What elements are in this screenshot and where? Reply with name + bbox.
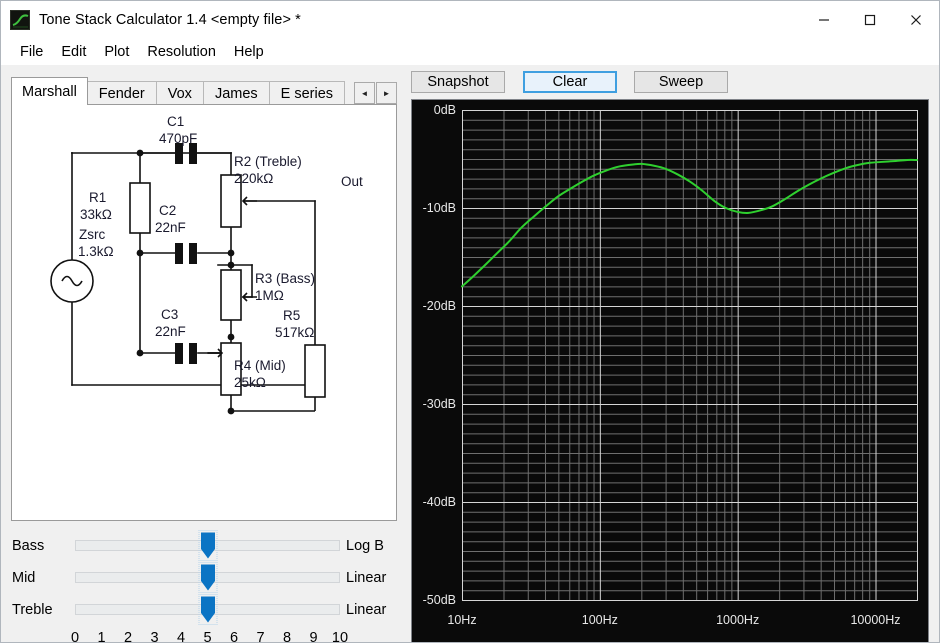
x-tick-100Hz: 100Hz [582, 613, 618, 627]
tab-scroll-right-icon[interactable]: ► [376, 82, 397, 104]
slider-row-bass: Bass Log B [1, 530, 401, 562]
sweep-button[interactable]: Sweep [634, 71, 728, 93]
scale-number-7: 7 [256, 630, 265, 643]
slider-taper-treble: Linear [346, 602, 387, 618]
slider-label-bass: Bass [12, 538, 45, 554]
slider-thumb-bass[interactable] [198, 530, 217, 561]
slider-taper-mid: Linear [346, 570, 387, 586]
clear-button[interactable]: Clear [523, 71, 617, 93]
slider-scale: 0 1 2 3 4 5 6 7 8 9 10 [1, 628, 401, 643]
scale-number-3: 3 [150, 630, 159, 643]
scale-number-1: 1 [97, 630, 106, 643]
x-tick-10Hz: 10Hz [447, 613, 476, 627]
label-c3-val: 22nF [155, 324, 186, 339]
label-zsrc-val: 1.3kΩ [78, 244, 114, 259]
label-r5-val: 517kΩ [275, 325, 314, 340]
slider-taper-bass: Log B [346, 538, 384, 554]
window-title: Tone Stack Calculator 1.4 <empty file> * [39, 12, 301, 28]
close-icon[interactable] [893, 1, 939, 39]
tone-controls: Bass Log B Mid Linear Treble Linear 0 1 … [1, 530, 401, 643]
slider-row-treble: Treble Linear [1, 594, 401, 626]
tab-scroll-arrows: ◄ ► [353, 82, 397, 104]
scale-number-9: 9 [309, 630, 318, 643]
label-c1-val: 470pF [159, 131, 197, 146]
slider-thumb-mid[interactable] [198, 562, 217, 593]
menu-item-plot[interactable]: Plot [95, 42, 138, 62]
scale-number-10: 10 [331, 630, 349, 643]
label-out: Out [341, 174, 363, 189]
slider-mid[interactable] [75, 562, 340, 593]
tone-stack-calculator-window: Tone Stack Calculator 1.4 <empty file> *… [0, 0, 940, 643]
x-tick-10000Hz: 10000Hz [850, 613, 900, 627]
menu-item-file[interactable]: File [11, 42, 52, 62]
tab-e-series[interactable]: E series [268, 81, 346, 105]
scale-number-4: 4 [176, 630, 186, 643]
label-c3-ref: C3 [161, 307, 178, 322]
title-bar: Tone Stack Calculator 1.4 <empty file> * [1, 1, 939, 39]
label-zsrc-ref: Zsrc [79, 227, 105, 242]
menu-item-edit[interactable]: Edit [52, 42, 95, 62]
label-r5-ref: R5 [283, 308, 300, 323]
label-r2-ref: R2 (Treble) [234, 154, 302, 169]
app-waveform-icon [10, 10, 30, 30]
tab-strip: Marshall Fender Vox James E series ◄ ► [11, 77, 397, 105]
scale-number-2: 2 [123, 630, 133, 643]
slider-treble[interactable] [75, 594, 340, 625]
window-controls [801, 1, 939, 39]
tab-marshall[interactable]: Marshall [11, 77, 88, 105]
slider-label-treble: Treble [12, 602, 53, 618]
x-tick-1000Hz: 1000Hz [716, 613, 759, 627]
slider-row-mid: Mid Linear [1, 562, 401, 594]
slider-thumb-treble[interactable] [198, 594, 217, 625]
tab-james[interactable]: James [202, 81, 270, 105]
scale-number-0: 0 [70, 630, 80, 643]
label-c2-ref: C2 [159, 203, 176, 218]
frequency-response-plot[interactable]: 0dB -10dB -20dB -30dB -40dB -50dB 10Hz 100Hz 100… [411, 99, 929, 642]
label-r4-val: 25kΩ [234, 375, 266, 390]
client-area: Marshall Fender Vox James E series ◄ ► C… [1, 65, 939, 643]
y-tick--30dB: -30dB [423, 397, 456, 411]
menu-bar: File Edit Plot Resolution Help [1, 39, 939, 65]
schematic-panel: C1 470pF R1 33kΩ Zsrc 1.3kΩ C2 22nF R2 (… [11, 104, 397, 521]
scale-number-8: 8 [282, 630, 292, 643]
scale-number-6: 6 [229, 630, 239, 643]
scale-number-5: 5 [203, 630, 212, 643]
label-r4-ref: R4 (Mid) [234, 358, 286, 373]
maximize-icon[interactable] [847, 1, 893, 39]
snapshot-button[interactable]: Snapshot [411, 71, 505, 93]
label-r3-ref: R3 (Bass) [255, 271, 315, 286]
label-r1-val: 33kΩ [80, 207, 112, 222]
slider-label-mid: Mid [12, 570, 36, 586]
tab-vox[interactable]: Vox [155, 81, 204, 105]
label-r2-val: 220kΩ [234, 171, 273, 186]
y-tick-0dB: 0dB [434, 103, 456, 117]
tab-scroll-left-icon[interactable]: ◄ [354, 82, 375, 104]
minimize-icon[interactable] [801, 1, 847, 39]
label-c1-ref: C1 [167, 114, 184, 129]
tab-fender[interactable]: Fender [86, 81, 157, 105]
y-tick--20dB: -20dB [423, 299, 456, 313]
plot-toolbar: Snapshot Clear Sweep [411, 67, 931, 97]
label-r1-ref: R1 [89, 190, 106, 205]
menu-item-resolution[interactable]: Resolution [138, 42, 225, 62]
label-c2-val: 22nF [155, 220, 186, 235]
y-tick--50dB: -50dB [423, 593, 456, 607]
y-tick--40dB: -40dB [423, 495, 456, 509]
menu-item-help[interactable]: Help [225, 42, 273, 62]
slider-bass[interactable] [75, 530, 340, 561]
label-r3-val: 1MΩ [255, 288, 284, 303]
y-tick--10dB: -10dB [423, 201, 456, 215]
